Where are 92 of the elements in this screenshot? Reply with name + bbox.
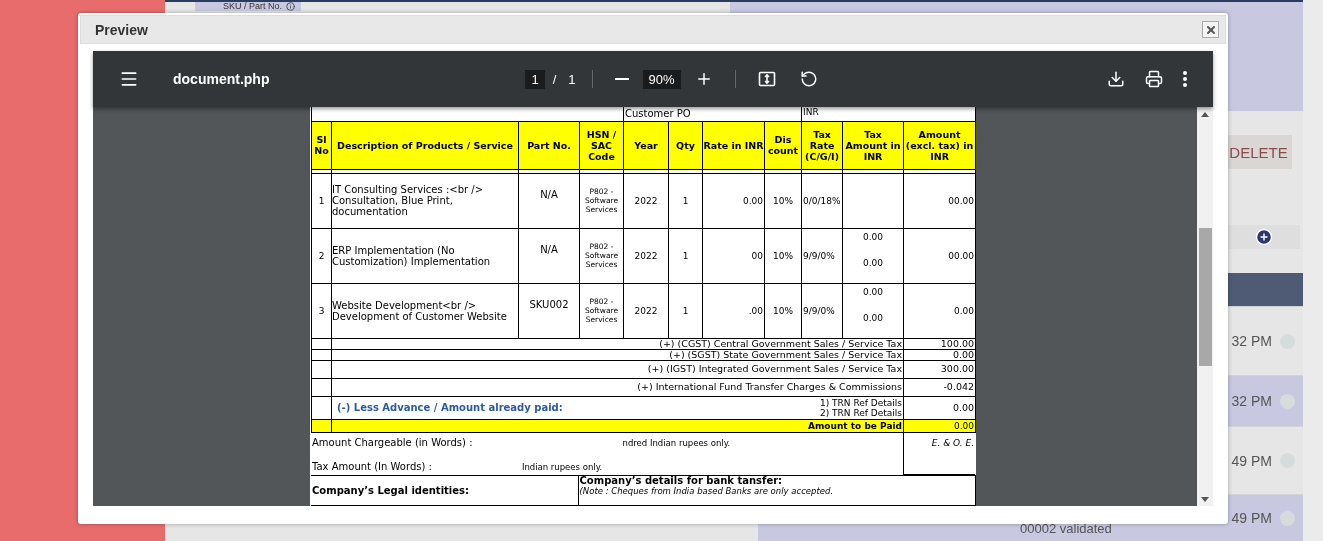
table-cell: E. & O. E. [903,432,975,475]
close-button[interactable] [1202,21,1219,38]
tax-words-label: Tax Amount (In Words) : [312,461,432,472]
table-cell: IT Consulting Services :<br /> Consultation, Blue Print, documentation [331,173,519,228]
table-cell: 00 [702,228,765,283]
table-cell: SKU002 [518,283,580,338]
scroll-thumb[interactable] [1198,228,1212,366]
column-header: Tax Amount in INR [842,121,904,169]
rotate-icon [799,70,818,88]
download-button[interactable] [1107,70,1125,88]
table-cell [842,173,904,228]
table-cell: 100.00 [903,338,976,349]
rotate-button[interactable] [799,70,818,88]
table-cell: Website Development<br /> Development of Customer Website [331,283,519,338]
delete-button[interactable]: DELETE [1225,135,1292,169]
table-cell: 0.00 [903,349,976,360]
time-text: 32 PM [1231,333,1272,349]
table-cell: 1 [311,173,332,228]
table-cell: 2022 [623,228,669,283]
column-header: Sl No [311,121,332,169]
zoom-field[interactable]: 90% [642,69,681,89]
column-header: Dis count [764,121,802,169]
table-cell: 1 [668,283,703,338]
minus-icon [614,78,629,80]
status-text: 00002 validated [1020,521,1112,536]
table-cell: 0/0/18% [801,173,843,228]
dialog-title: Preview [95,21,148,38]
fit-page-button[interactable] [757,70,776,88]
tax-words-value: Indian rupees only. [521,461,603,472]
ref-text: 1) TRN Ref Details [819,397,903,408]
amount-words-label: Amount Chargeable (in Words) : [312,437,473,448]
table-cell: N/A [518,228,580,283]
table-cell: INR [801,107,976,121]
table-cell: 9/9/0% [801,283,843,338]
table-cell: Company’s Legal identities: [311,475,578,506]
table-cell: 1 [668,173,703,228]
tab[interactable]: SKU / Part No. [195,2,302,11]
add-icon [1255,228,1273,246]
table-cell: (+) (CGST) Central Government Sales / Service Tax [331,338,904,349]
page-count: 1 [568,71,576,87]
add-button[interactable] [1228,225,1300,249]
file-name: document.php [173,71,270,87]
print-icon [1145,70,1163,88]
column-header: Qty [668,121,703,169]
table-cell: 10% [764,173,802,228]
more-button[interactable] [1183,70,1187,88]
table-cell: .00 [702,283,765,338]
table-cell: (+) (SGST) State Government Sales / Service Tax [331,349,904,360]
table-cell: 2022 [623,173,669,228]
column-header: Year [623,121,669,169]
scrollbar[interactable] [1197,107,1213,506]
table-cell: 10% [764,283,802,338]
column-header: Description of Products / Service [331,121,519,169]
column-header: HSN / SAC Code [579,121,624,169]
print-button[interactable] [1145,70,1163,88]
page-number-field[interactable]: 1 [525,69,545,89]
bank-title: Company’s details for bank tansfer: [579,476,783,486]
bank-note: (Note : Cheques from India based Banks are only accepted. [579,486,835,496]
table-cell: 2022 [623,283,669,338]
table-cell: N/A [518,173,580,228]
column-header: Amount (excl. tax) in INR [903,121,976,169]
table-cell: 9/9/0% [801,228,843,283]
column-header: Rate in INR [702,121,765,169]
table-cell: 10% [764,228,802,283]
ref-text: 2) TRN Ref Details [819,407,903,418]
table-cell: 00.00 [903,228,976,283]
table-cell: 0.00 0.00 [842,228,904,283]
close-icon [1204,23,1217,36]
table-cell: 3 [311,283,332,338]
menu-icon [119,69,139,89]
page-separator: / [552,71,557,87]
menu-button[interactable] [119,69,139,89]
download-icon [1107,70,1125,88]
time-text: 49 PM [1231,452,1272,469]
table-cell: 1 [668,228,703,283]
column-header: Part No. [518,121,580,169]
more-icon [1183,71,1187,87]
table-cell: Customer PO [623,107,802,121]
time-text: 49 PM [1231,510,1272,526]
table-cell: 0.00 [702,173,765,228]
amount-words-value: ndred Indian rupees only. [622,437,731,448]
advance-label: (-) Less Advance / Amount already paid: [337,402,563,413]
fit-page-icon [757,70,776,88]
time-text: 32 PM [1231,393,1272,409]
scroll-down-icon [1201,496,1209,502]
table-cell: 2 [311,228,332,283]
info-icon [286,2,296,11]
column-header: Tax Rate (C/G/I) [801,121,843,169]
table-cell: 0.00 [903,283,976,338]
table-cell: ERP Implementation (No Customization) Implementation [331,228,519,283]
table-cell: 00.00 [903,173,976,228]
table-cell: 0.00 0.00 [842,283,904,338]
